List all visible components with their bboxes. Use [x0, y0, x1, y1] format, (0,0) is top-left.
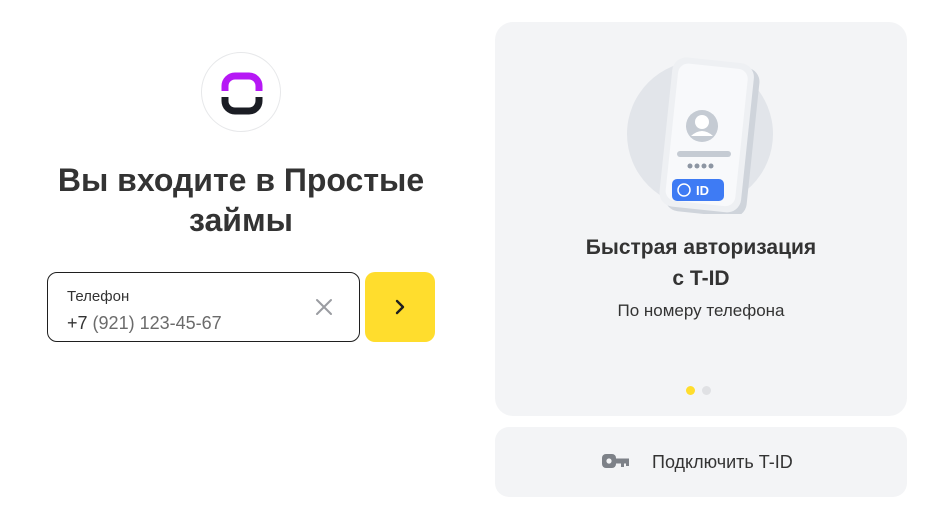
clear-phone-button[interactable] — [312, 295, 336, 319]
submit-phone-button[interactable] — [365, 272, 435, 342]
phone-field[interactable]: Телефон +7 (921) 123-45-67 — [47, 272, 360, 342]
page-title: Вы входите в Простые займы — [57, 162, 425, 238]
phone-input[interactable]: +7 (921) 123-45-67 — [67, 313, 222, 334]
phone-id-illustration: ID — [627, 57, 773, 214]
carousel-dot-2[interactable] — [702, 386, 711, 395]
chevron-right-icon — [395, 299, 405, 315]
tid-card-title-line1: Быстрая авторизация — [585, 236, 817, 259]
key-icon — [602, 454, 629, 468]
id-badge-text: ID — [696, 183, 709, 198]
tid-promo-card: ID Быстрая авторизация с T-ID По номеру … — [495, 22, 907, 416]
tid-card-subtitle: По номеру телефона — [617, 301, 785, 320]
login-panel: Вы входите в Простые займы Телефон +7 (9… — [0, 0, 480, 515]
tid-card-title-line2: с T-ID — [672, 267, 730, 290]
prostye-zaymy-logo-icon — [221, 72, 263, 115]
brand-logo — [201, 52, 281, 132]
carousel-dots — [686, 382, 718, 400]
phone-number-value: (921) 123-45-67 — [92, 313, 222, 333]
tid-card-title: Быстрая авторизация с T-ID — [495, 232, 907, 294]
connect-tid-button[interactable]: Подключить T-ID — [495, 427, 907, 497]
phone-country-code: +7 — [67, 313, 88, 333]
carousel-dot-1[interactable] — [686, 386, 695, 395]
connect-tid-label: Подключить T-ID — [652, 452, 793, 472]
close-icon — [316, 299, 332, 315]
phone-field-label: Телефон — [67, 288, 130, 305]
